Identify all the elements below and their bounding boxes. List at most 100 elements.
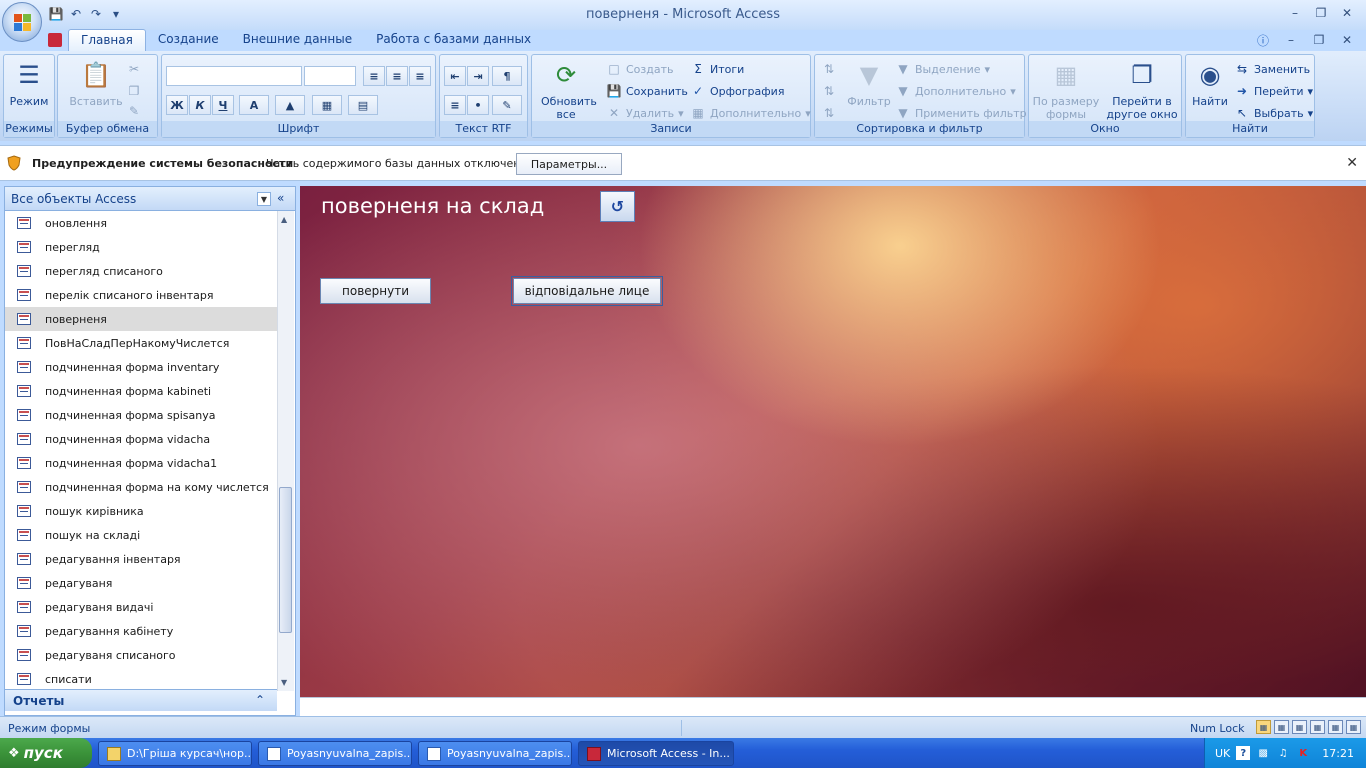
nav-item[interactable]: редагуваня видачі <box>5 595 277 619</box>
tab-database-tools[interactable]: Работа с базами данных <box>364 29 543 51</box>
nav-item[interactable]: оновлення <box>5 211 277 235</box>
design-view-icon[interactable]: ▦ <box>1346 720 1361 734</box>
collapse-pane-icon[interactable]: « <box>277 191 284 205</box>
responsible-person-button[interactable]: відповідальне лице <box>511 276 663 306</box>
taskbar-item[interactable]: Poyasnyuvalna_zapis... <box>258 741 412 766</box>
bold-button[interactable]: Ж <box>166 95 188 115</box>
scroll-down-icon[interactable]: ▼ <box>281 678 287 687</box>
nav-item[interactable]: списати <box>5 667 277 691</box>
spelling-button[interactable]: ✓ Орфография <box>690 83 784 99</box>
save-record-button[interactable]: 💾 Сохранить <box>606 83 688 99</box>
underline-button[interactable]: Ч <box>212 95 234 115</box>
select-button[interactable]: ↖ Выбрать ▾ <box>1234 105 1313 121</box>
nav-item[interactable]: перелік списаного інвентаря <box>5 283 277 307</box>
nav-item[interactable]: подчиненная форма kabineti <box>5 379 277 403</box>
records-more-button[interactable]: ▦ Дополнительно ▾ <box>690 105 810 121</box>
align-right-icon[interactable]: ≡ <box>409 66 431 86</box>
close-icon[interactable]: ✕ <box>1336 4 1358 22</box>
close-icon[interactable]: ✕ <box>1346 155 1358 171</box>
paragraph-direction-icon[interactable]: ¶ <box>492 66 522 86</box>
nav-item[interactable]: поверненя <box>5 307 277 331</box>
fill-color-icon[interactable]: ▲ <box>275 95 305 115</box>
nav-item[interactable]: перегляд <box>5 235 277 259</box>
doc-restore-icon[interactable]: ❐ <box>1308 31 1330 49</box>
new-record-button[interactable]: □ Создать <box>606 61 673 77</box>
alternate-fill-icon[interactable]: ▤ <box>348 95 378 115</box>
paste-button[interactable]: 📋 Вставить <box>66 59 126 108</box>
taskbar-item[interactable]: Poyasnyuvalna_zapis... <box>418 741 572 766</box>
nav-item[interactable]: редагування кабінету <box>5 619 277 643</box>
pivot-table-icon[interactable]: ▦ <box>1292 720 1307 734</box>
advanced-filter-button[interactable]: ▼ Дополнительно ▾ <box>895 83 1015 99</box>
tab-external-data[interactable]: Внешние данные <box>231 29 364 51</box>
totals-button[interactable]: Σ Итоги <box>690 61 744 77</box>
align-left-icon[interactable]: ≡ <box>363 66 385 86</box>
chevron-down-icon[interactable]: ▼ <box>257 192 271 206</box>
network-icon[interactable]: ▩ <box>1256 746 1270 760</box>
goto-button[interactable]: ➜ Перейти ▾ <box>1234 83 1313 99</box>
help-tray-icon[interactable]: ? <box>1236 746 1251 760</box>
taskbar-item[interactable]: D:\Гріша курсач\нор... <box>98 741 252 766</box>
scroll-up-icon[interactable]: ▲ <box>281 215 287 224</box>
office-button[interactable] <box>2 2 42 42</box>
taskbar-item-active[interactable]: Microsoft Access - In... <box>578 741 734 766</box>
fit-to-form-button[interactable]: ▦ По размеру формы <box>1031 59 1101 121</box>
italic-button[interactable]: К <box>189 95 211 115</box>
nav-item[interactable]: подчиненная форма vidacha <box>5 427 277 451</box>
cut-icon[interactable]: ✂ <box>126 61 142 77</box>
undo-record-button[interactable]: ↺ <box>600 191 635 222</box>
find-button[interactable]: ◉ Найти <box>1188 59 1232 108</box>
nav-group-reports[interactable]: Отчеты ⌃ <box>5 689 277 711</box>
tab-create[interactable]: Создание <box>146 29 231 51</box>
nav-item[interactable]: подчиненная форма inventary <box>5 355 277 379</box>
font-size-combo[interactable] <box>304 66 356 86</box>
form-view-icon[interactable]: ▦ <box>1256 720 1271 734</box>
replace-button[interactable]: ⇆ Заменить <box>1234 61 1310 77</box>
nav-item[interactable]: перегляд списаного <box>5 259 277 283</box>
start-button[interactable]: ❖ пуск <box>0 738 92 768</box>
sort-descending-icon[interactable]: ⇅ <box>821 83 837 99</box>
nav-item[interactable]: редагуваня списаного <box>5 643 277 667</box>
volume-icon[interactable]: ♫ <box>1276 746 1290 760</box>
nav-item[interactable]: ПовНаСладПерНакомуЧислется <box>5 331 277 355</box>
indent-increase-icon[interactable]: ⇥ <box>467 66 489 86</box>
doc-minimize-icon[interactable]: – <box>1280 31 1302 49</box>
view-button[interactable]: ☰ Режим <box>6 59 52 108</box>
sort-ascending-icon[interactable]: ⇅ <box>821 61 837 77</box>
tab-home[interactable]: Главная <box>68 29 146 51</box>
nav-item[interactable]: подчиненная форма vidacha1 <box>5 451 277 475</box>
highlight-icon[interactable]: ✎ <box>492 95 522 115</box>
delete-record-button[interactable]: ✕ Удалить ▾ <box>606 105 684 121</box>
nav-scroll-thumb[interactable] <box>279 487 292 633</box>
chevron-up-icon[interactable]: ⌃ <box>255 693 265 707</box>
nav-item[interactable]: подчиненная форма spisanya <box>5 403 277 427</box>
datasheet-view-icon[interactable]: ▦ <box>1274 720 1289 734</box>
nav-item[interactable]: пошук на складі <box>5 523 277 547</box>
toggle-filter-button[interactable]: ▼ Применить фильтр <box>895 105 1026 121</box>
align-center-icon[interactable]: ≡ <box>386 66 408 86</box>
nav-pane-header[interactable]: Все объекты Access ▼ « <box>5 187 295 211</box>
security-options-button[interactable]: Параметры... <box>516 153 622 175</box>
help-icon[interactable]: ⓘ <box>1252 31 1274 49</box>
minimize-icon[interactable]: – <box>1284 4 1306 22</box>
selection-button[interactable]: ▼ Выделение ▾ <box>895 61 990 77</box>
nav-item[interactable]: пошук кирівника <box>5 499 277 523</box>
indent-decrease-icon[interactable]: ⇤ <box>444 66 466 86</box>
pivot-chart-icon[interactable]: ▦ <box>1310 720 1325 734</box>
nav-item[interactable]: подчиненная форма на кому числется <box>5 475 277 499</box>
nav-item[interactable]: редагуваня <box>5 571 277 595</box>
nav-item[interactable]: редагування інвентаря <box>5 547 277 571</box>
refresh-all-button[interactable]: ⟳ Обновить все <box>535 59 597 121</box>
antivirus-icon[interactable]: K <box>1296 746 1310 760</box>
switch-windows-button[interactable]: ❐ Перейти в другое окно <box>1103 59 1181 121</box>
maximize-icon[interactable]: ❐ <box>1310 4 1332 22</box>
format-painter-icon[interactable]: ✎ <box>126 103 142 119</box>
font-name-combo[interactable] <box>166 66 302 86</box>
gridlines-icon[interactable]: ▦ <box>312 95 342 115</box>
language-indicator[interactable]: UK <box>1215 747 1230 760</box>
copy-icon[interactable]: ❐ <box>126 83 142 99</box>
doc-close-icon[interactable]: ✕ <box>1336 31 1358 49</box>
clear-sort-icon[interactable]: ⇅ <box>821 105 837 121</box>
return-button[interactable]: повернути <box>320 278 431 304</box>
filter-button[interactable]: ▼ Фильтр <box>843 59 895 108</box>
